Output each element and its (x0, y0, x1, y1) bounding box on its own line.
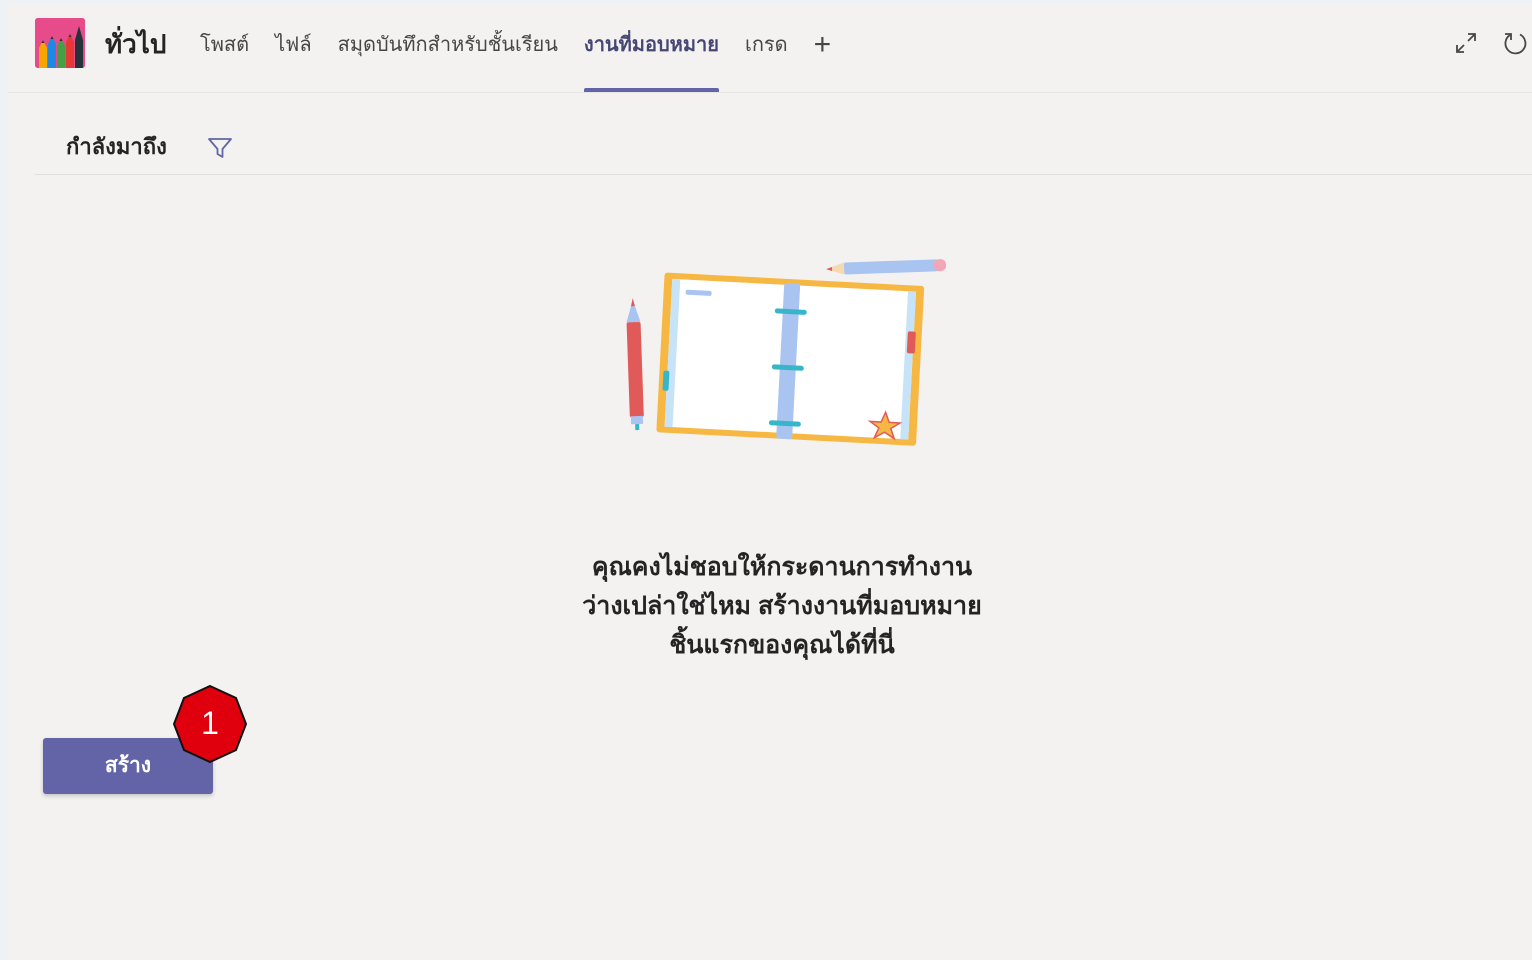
pencils-icon (35, 18, 85, 68)
refresh-icon[interactable] (1500, 28, 1530, 58)
channel-header: ทั่วไป โพสต์ ไฟล์ สมุดบันทึกสำหรับชั้นเร… (8, 4, 1532, 93)
tab-class-notebook[interactable]: สมุดบันทึกสำหรับชั้นเรียน (338, 28, 558, 92)
red-pencil (626, 298, 644, 431)
notebook-illustration (626, 259, 947, 446)
tab-grades[interactable]: เกรด (745, 28, 788, 92)
tab-bar: โพสต์ ไฟล์ สมุดบันทึกสำหรับชั้นเรียน งาน… (200, 28, 857, 92)
filter-bar: กำลังมาถึง (35, 112, 1532, 175)
empty-state-line: คุณคงไม่ชอบให้กระดานการทำงาน (591, 553, 973, 581)
step-number-text: 1 (201, 705, 219, 741)
expand-icon[interactable] (1451, 28, 1481, 58)
empty-state-line: ชิ้นแรกของคุณได้ที่นี่ (669, 631, 895, 659)
channel-name: ทั่วไป (105, 29, 167, 59)
empty-state-line: ว่างเปล่าใช่ไหม สร้างงานที่มอบหมาย (582, 592, 982, 620)
blue-pencil (826, 259, 947, 275)
tab-assignments[interactable]: งานที่มอบหมาย (583, 28, 720, 92)
empty-state-message: คุณคงไม่ชอบให้กระดานการทำงาน ว่างเปล่าใช… (428, 548, 1136, 665)
upcoming-label[interactable]: กำลังมาถึง (66, 130, 167, 164)
step-number-badge: 1 (172, 684, 248, 764)
tab-files[interactable]: ไฟล์ (275, 28, 311, 92)
add-tab-button[interactable]: + (814, 28, 832, 92)
notebook (656, 272, 925, 446)
filter-icon[interactable] (206, 134, 234, 162)
assignments-page: ทั่วไป โพสต์ ไฟล์ สมุดบันทึกสำหรับชั้นเร… (8, 4, 1532, 960)
tab-posts[interactable]: โพสต์ (200, 28, 249, 92)
team-avatar[interactable] (35, 18, 85, 68)
